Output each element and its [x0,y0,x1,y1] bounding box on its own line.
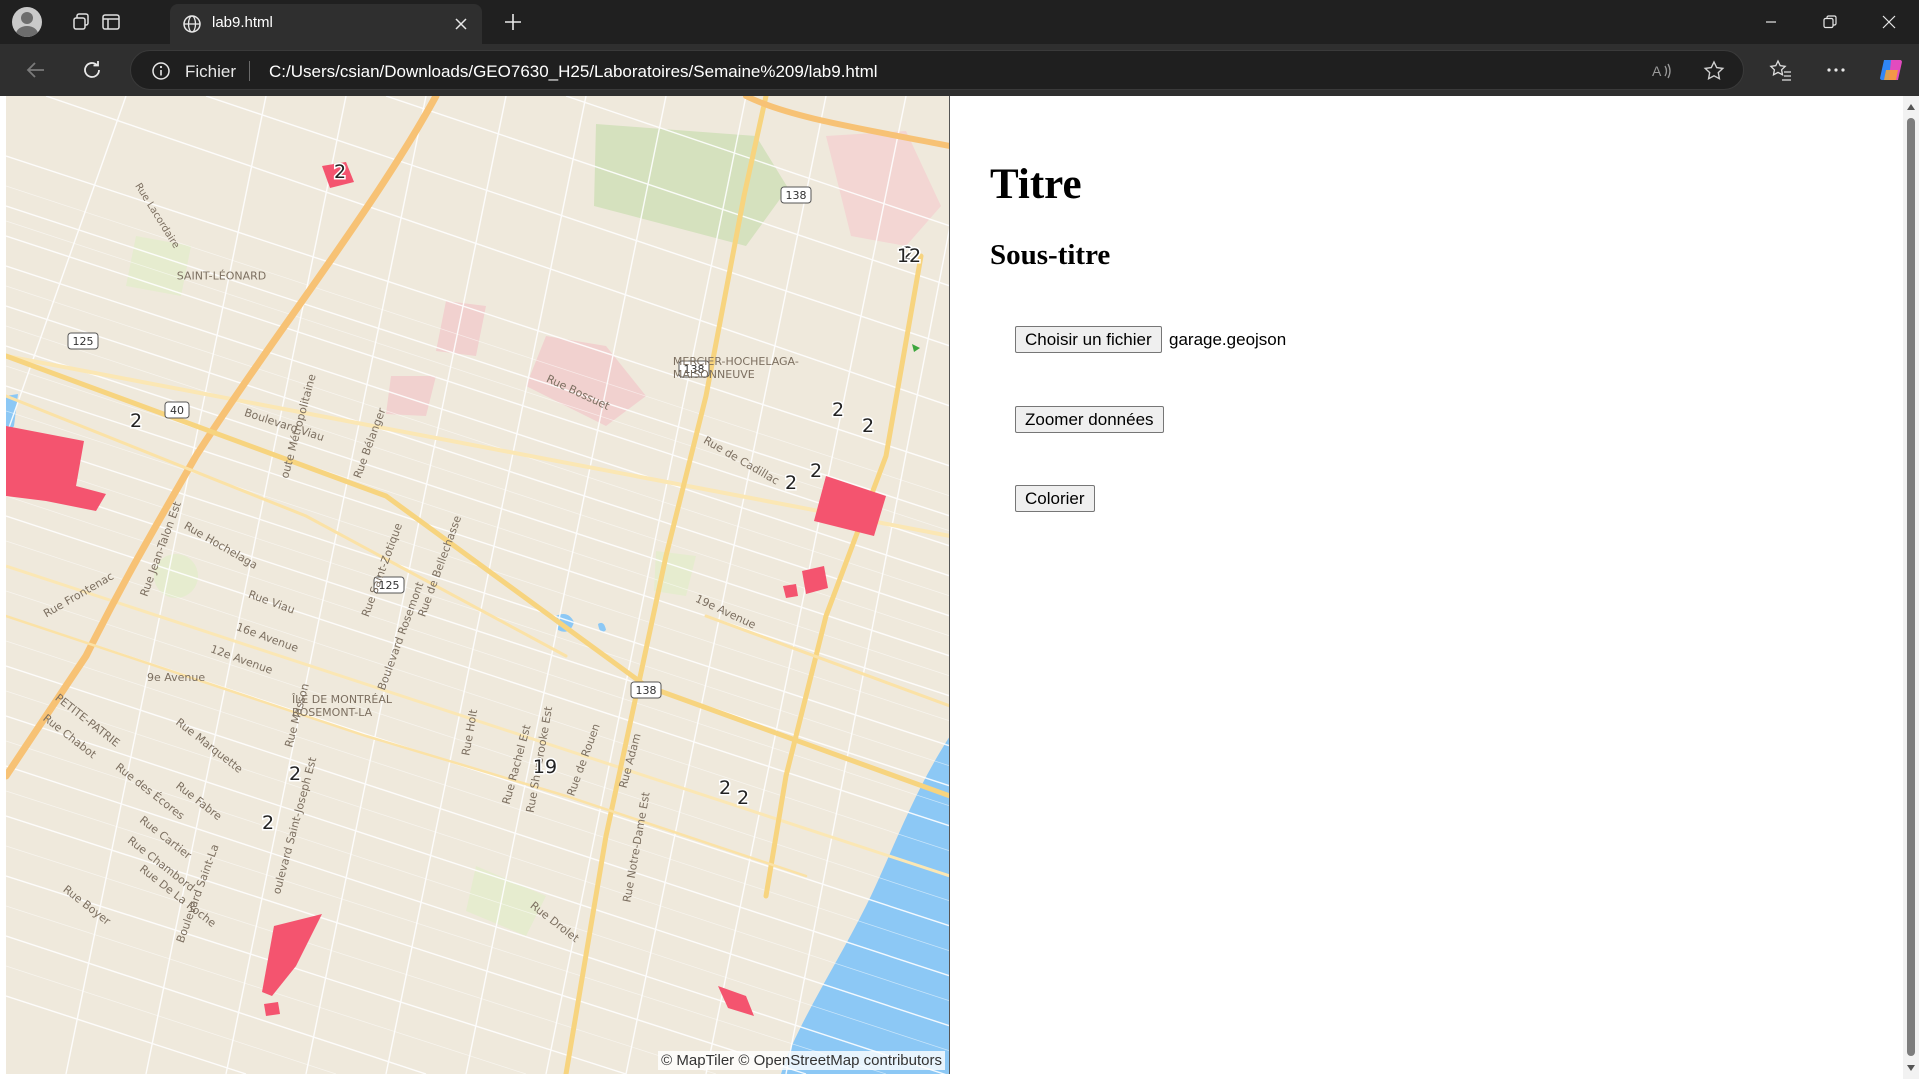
refresh-icon[interactable] [74,53,110,87]
copilot-icon[interactable] [1874,53,1910,87]
cluster-count[interactable]: 2 [287,762,302,787]
globe-icon [182,14,202,38]
more-options-icon[interactable] [1818,53,1854,87]
route-shield: 125 [67,332,99,350]
workspaces-icon[interactable] [66,7,96,37]
favorites-icon[interactable] [1763,53,1799,87]
page-title: Titre [990,161,1082,208]
tab-title: lab9.html [212,14,273,31]
map[interactable]: 138 138 138 125 125 40 Rue Lacordaire SAINT-LÉ… [6,96,950,1074]
map-canvas[interactable]: 13813813812512540 Rue LacordaireSAINT-LÉ… [6,96,950,1074]
read-aloud-icon[interactable]: A [1649,59,1675,83]
cluster-count[interactable]: 12 [895,244,922,269]
park-area [126,236,191,296]
svg-text:A: A [1652,63,1662,79]
cluster-count[interactable]: 2 [830,398,845,423]
choose-file-button[interactable]: Choisir un fichier [1015,326,1162,353]
route-shield: 138 [780,186,812,204]
cluster-count[interactable]: 2 [808,459,823,484]
cluster-count[interactable]: 2 [783,471,798,496]
svg-text:138: 138 [636,684,657,697]
tab-active[interactable]: lab9.html [170,4,482,44]
colorize-button[interactable]: Colorier [1015,485,1095,512]
zoom-data-button[interactable]: Zoomer données [1015,406,1164,433]
map-label: SAINT-LÉONARD [177,269,266,282]
url-text[interactable]: C:/Users/csian/Downloads/GEO7630_H25/Lab… [269,62,878,82]
side-panel: Titre Sous-titre Choisir un fichier gara… [990,96,1870,1074]
info-icon[interactable] [151,61,171,85]
cluster-count[interactable]: 2 [717,776,732,801]
profile-avatar-icon[interactable] [12,7,42,37]
tab-actions-icon[interactable] [96,7,126,37]
map-label: 9e Avenue [147,671,205,684]
tab-strip: lab9.html [0,0,1919,44]
cluster-count[interactable]: 2 [332,160,347,185]
map-label: MAISONNEUVE [673,368,755,381]
cluster-count[interactable]: 2 [860,414,875,439]
address-bar[interactable]: Fichier C:/Users/csian/Downloads/GEO7630… [130,50,1744,90]
selected-file-name: garage.geojson [1169,330,1287,349]
garage-feature [264,1002,280,1016]
browser-toolbar: Fichier C:/Users/csian/Downloads/GEO7630… [0,44,1919,96]
route-shield: 40 [164,401,190,419]
cluster-count[interactable]: 19 [531,755,558,780]
svg-text:40: 40 [170,404,184,417]
vertical-scrollbar[interactable] [1903,96,1919,1079]
close-window-icon[interactable] [1859,4,1919,40]
close-tab-icon[interactable] [450,13,472,35]
address-separator [249,61,250,81]
cluster-count[interactable]: 2 [260,811,275,836]
new-tab-icon[interactable] [498,7,528,37]
scroll-thumb[interactable] [1907,118,1915,1056]
scroll-down-icon[interactable] [1906,1063,1916,1073]
route-shield: 138 [630,681,662,699]
page-subtitle: Sous-titre [990,239,1111,271]
map-label: MERCIER-HOCHELAGA- [673,355,799,368]
back-arrow-icon[interactable] [18,53,54,87]
map-attribution[interactable]: © MapTiler © OpenStreetMap contributors [658,1051,945,1070]
page-viewport: 138 138 138 125 125 40 Rue Lacordaire SAINT-LÉ… [0,96,1919,1079]
cluster-count[interactable]: 2 [735,786,750,811]
svg-text:125: 125 [73,335,94,348]
star-icon[interactable] [1701,59,1727,83]
restore-icon[interactable] [1800,4,1860,40]
site-info-label[interactable]: Fichier [185,62,236,82]
scroll-up-icon[interactable] [1906,102,1916,112]
cluster-count[interactable]: 2 [128,409,143,434]
minimize-icon[interactable] [1741,4,1801,40]
svg-text:138: 138 [786,189,807,202]
